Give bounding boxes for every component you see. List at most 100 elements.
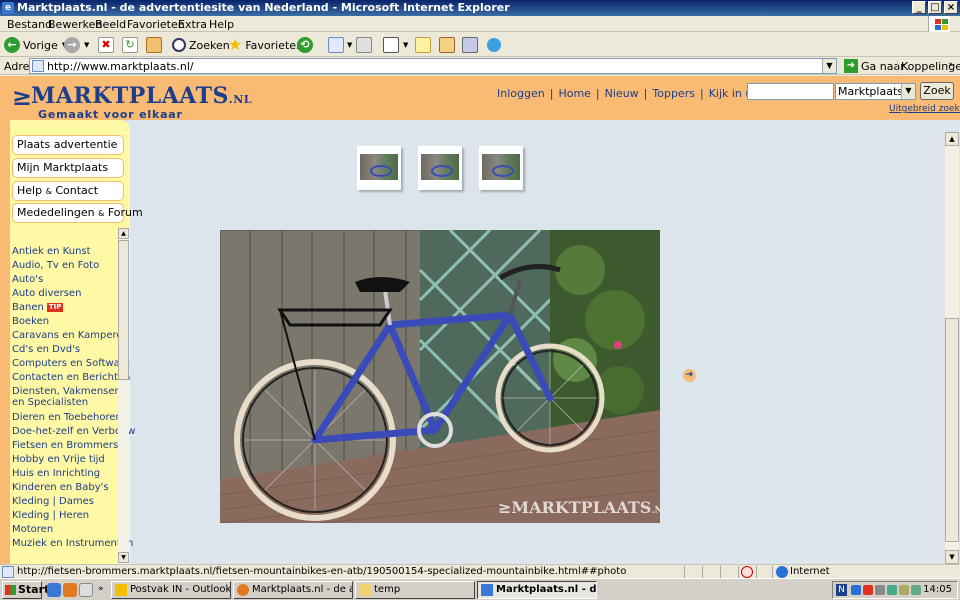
category-link[interactable]: Computers en Software [12, 358, 130, 370]
menu-extra[interactable]: Extra [178, 18, 207, 31]
nav-toppers[interactable]: Toppers [652, 87, 695, 100]
ie-quicklaunch-icon[interactable] [47, 583, 61, 597]
maximize-button[interactable]: □ [928, 1, 942, 14]
window-title: Marktplaats.nl - de advertentiesite van … [17, 1, 510, 14]
search-button[interactable]: Zoeken [172, 36, 230, 54]
home-button[interactable] [146, 36, 162, 54]
category-link[interactable]: Dieren en Toebehoren [12, 412, 122, 424]
print-button[interactable] [356, 36, 372, 54]
nav-inloggen[interactable]: Inloggen [497, 87, 545, 100]
category-link[interactable]: Fietsen en Brommers [12, 440, 118, 452]
photo-thumbnail[interactable] [357, 146, 401, 190]
edit-button[interactable]: ▼ [383, 36, 408, 54]
category-link[interactable]: Muziek en Instrumenten [12, 538, 133, 550]
scroll-up-icon[interactable]: ▲ [118, 228, 129, 239]
category-link[interactable]: Antiek en Kunst [12, 246, 91, 258]
category-link[interactable]: Boeken [12, 316, 49, 328]
start-button[interactable]: Start [2, 581, 49, 599]
home-icon [146, 37, 162, 53]
chevron-right-icon[interactable]: » [948, 60, 954, 70]
nav-home[interactable]: Home [558, 87, 590, 100]
page-scrollbar[interactable]: ▲ ▼ [945, 132, 959, 564]
favorites-button[interactable]: ★ Favorieten [228, 36, 303, 54]
announcements-forum-button[interactable]: Mededelingen & Forum [12, 203, 143, 223]
refresh-button[interactable]: ↻ [122, 36, 138, 54]
scroll-down-icon[interactable]: ▼ [945, 550, 959, 564]
go-arrow-icon[interactable]: ➜ [844, 59, 858, 73]
messenger-button[interactable] [462, 36, 478, 54]
menu-help[interactable]: Help [209, 18, 234, 31]
search-icon [172, 38, 186, 52]
volume-icon[interactable] [875, 585, 885, 595]
scrollbar-thumb[interactable] [118, 240, 129, 380]
people-button[interactable] [487, 36, 501, 54]
minimize-button[interactable]: _ [912, 1, 926, 14]
desktop-quicklaunch-icon[interactable] [79, 583, 93, 597]
category-link-banen[interactable]: Banen TIP [12, 302, 64, 314]
ie-icon [481, 584, 493, 596]
status-text: http://fietsen-brommers.marktplaats.nl/f… [17, 566, 627, 577]
research-button[interactable] [439, 36, 455, 54]
category-link[interactable]: Hobby en Vrije tijd [12, 454, 105, 466]
category-link[interactable]: Auto's [12, 274, 43, 286]
chevron-right-icon[interactable]: » [98, 584, 104, 594]
taskbar-button-ie-active[interactable]: Marktplaats.nl - de a... [477, 581, 597, 599]
category-link[interactable]: Audio, Tv en Foto [12, 260, 99, 272]
category-link[interactable]: Caravans en Kamperen [12, 330, 129, 342]
post-ad-button[interactable]: Plaats advertentie [12, 135, 124, 155]
messenger-icon [462, 37, 478, 53]
scrollbar-thumb[interactable] [945, 318, 959, 542]
nav-nieuw[interactable]: Nieuw [605, 87, 639, 100]
popup-blocked-icon[interactable] [741, 566, 753, 578]
address-dropdown-button[interactable]: ▼ [822, 59, 836, 73]
category-link[interactable]: Doe-het-zelf en Verbouw [12, 426, 135, 438]
scroll-up-icon[interactable]: ▲ [945, 132, 959, 146]
chevron-down-icon[interactable]: ▼ [901, 84, 915, 99]
next-photo-arrow-icon[interactable]: ➜ [683, 369, 696, 382]
category-link[interactable]: Cd's en Dvd's [12, 344, 80, 356]
main-bike-photo[interactable]: ≥MARKTPLAATS.NL [220, 230, 660, 523]
address-input[interactable]: http://www.marktplaats.nl/ ▼ [29, 58, 837, 74]
scroll-down-icon[interactable]: ▼ [118, 552, 129, 563]
firefox-icon [237, 584, 249, 596]
advanced-search-link[interactable]: Uitgebreid zoeken [889, 104, 960, 114]
stop-button[interactable]: ✖ [98, 36, 114, 54]
taskbar-button-outlook[interactable]: Postvak IN - Outlook Exp... [111, 581, 231, 599]
forward-button[interactable]: → ▼ [64, 36, 89, 54]
category-scrollbar[interactable]: ▲ ▼ [118, 228, 129, 564]
category-link[interactable]: Motoren [12, 524, 53, 536]
site-search-select[interactable]: Marktplaats.nl ▼ [835, 83, 916, 100]
help-contact-button[interactable]: Help & Contact [12, 181, 124, 201]
menu-bestand[interactable]: Bestand [7, 18, 52, 31]
site-search-button[interactable]: Zoek [920, 82, 954, 100]
my-marktplaats-button[interactable]: Mijn Marktplaats [12, 158, 124, 178]
category-link[interactable]: Kleding | Heren [12, 510, 89, 522]
tray-app-icon[interactable] [911, 585, 921, 595]
tray-app-icon[interactable] [899, 585, 909, 595]
category-link[interactable]: Contacten en Berichten [12, 372, 130, 384]
firefox-quicklaunch-icon[interactable] [63, 583, 77, 597]
menu-favorieten[interactable]: Favorieten [127, 18, 185, 31]
page-icon [32, 60, 44, 72]
close-button[interactable]: × [944, 1, 958, 14]
network-icon[interactable] [851, 585, 861, 595]
category-link[interactable]: Kleding | Dames [12, 496, 94, 508]
bike-thumbnail-image [421, 154, 459, 180]
category-link[interactable]: Huis en Inrichting [12, 468, 100, 480]
history-button[interactable]: ⟲ [297, 36, 313, 54]
category-link[interactable]: en Specialisten [12, 397, 88, 409]
category-link[interactable]: Auto diversen [12, 288, 81, 300]
language-indicator[interactable]: N [836, 584, 847, 596]
menu-beeld[interactable]: Beeld [95, 18, 126, 31]
photo-thumbnail[interactable] [418, 146, 462, 190]
category-link[interactable]: Kinderen en Baby's [12, 482, 109, 494]
security-icon[interactable] [863, 585, 873, 595]
site-search-input[interactable] [747, 83, 834, 100]
tray-app-icon[interactable] [887, 585, 897, 595]
taskbar-button-firefox[interactable]: Marktplaats.nl - de adve... [233, 581, 353, 599]
discuss-button[interactable] [415, 36, 431, 54]
back-button[interactable]: ← Vorige ▼ [4, 36, 67, 54]
taskbar-button-temp[interactable]: temp [355, 581, 475, 599]
mail-button[interactable]: ▼ [328, 36, 352, 54]
photo-thumbnail[interactable] [479, 146, 523, 190]
